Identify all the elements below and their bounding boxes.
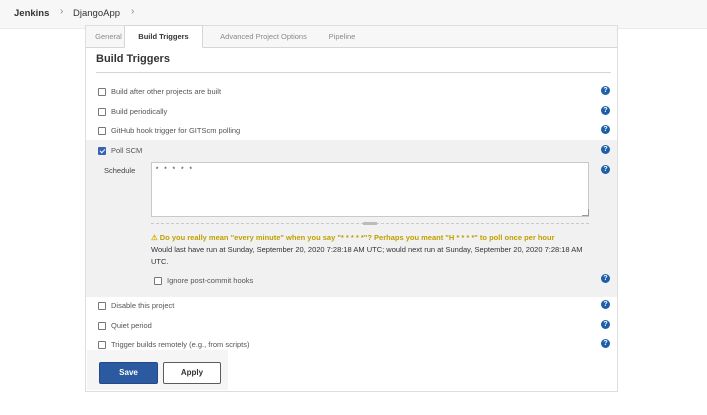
help-icon[interactable]: ? xyxy=(601,86,610,95)
textarea-grip-handle[interactable] xyxy=(363,222,377,225)
breadcrumb-separator: › xyxy=(60,6,64,17)
section-title: Build Triggers xyxy=(96,53,170,65)
section-divider xyxy=(96,72,611,73)
checkbox[interactable] xyxy=(98,341,106,349)
textarea-resize-handle[interactable] xyxy=(582,209,589,216)
checkbox[interactable] xyxy=(98,108,106,116)
help-icon[interactable]: ? xyxy=(601,274,610,283)
tab-build-triggers[interactable]: Build Triggers xyxy=(124,25,203,48)
tab-bar: General Build Triggers Advanced Project … xyxy=(86,25,617,48)
breadcrumb-jenkins[interactable]: Jenkins xyxy=(14,8,49,19)
checkbox[interactable] xyxy=(98,88,106,96)
save-button[interactable]: Save xyxy=(99,362,158,384)
help-icon[interactable]: ? xyxy=(601,320,610,329)
schedule-run-info: Would last have run at Sunday, September… xyxy=(151,245,583,266)
help-icon[interactable]: ? xyxy=(601,145,610,154)
apply-button[interactable]: Apply xyxy=(163,362,221,384)
help-icon[interactable]: ? xyxy=(601,165,610,174)
checkbox-label: Poll SCM xyxy=(111,146,143,155)
checkbox-label: Build after other projects are built xyxy=(111,87,222,96)
help-icon[interactable]: ? xyxy=(601,339,610,348)
checkbox[interactable] xyxy=(154,277,162,285)
checkbox-label: Ignore post-commit hooks xyxy=(167,276,254,285)
checkbox-label: GitHub hook trigger for GITScm polling xyxy=(111,126,241,135)
help-icon[interactable]: ? xyxy=(601,300,610,309)
config-panel: General Build Triggers Advanced Project … xyxy=(85,25,618,392)
tab-advanced-project-options[interactable]: Advanced Project Options xyxy=(206,26,321,47)
checkbox[interactable] xyxy=(98,322,106,330)
schedule-label: Schedule xyxy=(104,166,136,175)
checkbox[interactable] xyxy=(98,302,106,310)
cron-warning: ⚠ Do you really mean "every minute" when … xyxy=(151,233,596,242)
checkbox-label: Disable this project xyxy=(111,301,175,310)
schedule-input[interactable] xyxy=(151,162,589,217)
breadcrumb-djangoapp[interactable]: DjangoApp xyxy=(73,8,120,19)
checkbox-label: Quiet period xyxy=(111,321,152,330)
checkbox[interactable] xyxy=(98,127,106,135)
breadcrumb-separator[interactable]: › xyxy=(131,6,134,17)
warning-icon: ⚠ xyxy=(151,233,158,242)
tab-pipeline[interactable]: Pipeline xyxy=(322,26,362,47)
cron-warning-text: Do you really mean "every minute" when y… xyxy=(159,233,555,242)
checkbox-label: Trigger builds remotely (e.g., from scri… xyxy=(111,340,250,349)
checkbox-label: Build periodically xyxy=(111,107,168,116)
help-icon[interactable]: ? xyxy=(601,125,610,134)
checkbox-checked[interactable] xyxy=(98,147,106,155)
help-icon[interactable]: ? xyxy=(601,106,610,115)
